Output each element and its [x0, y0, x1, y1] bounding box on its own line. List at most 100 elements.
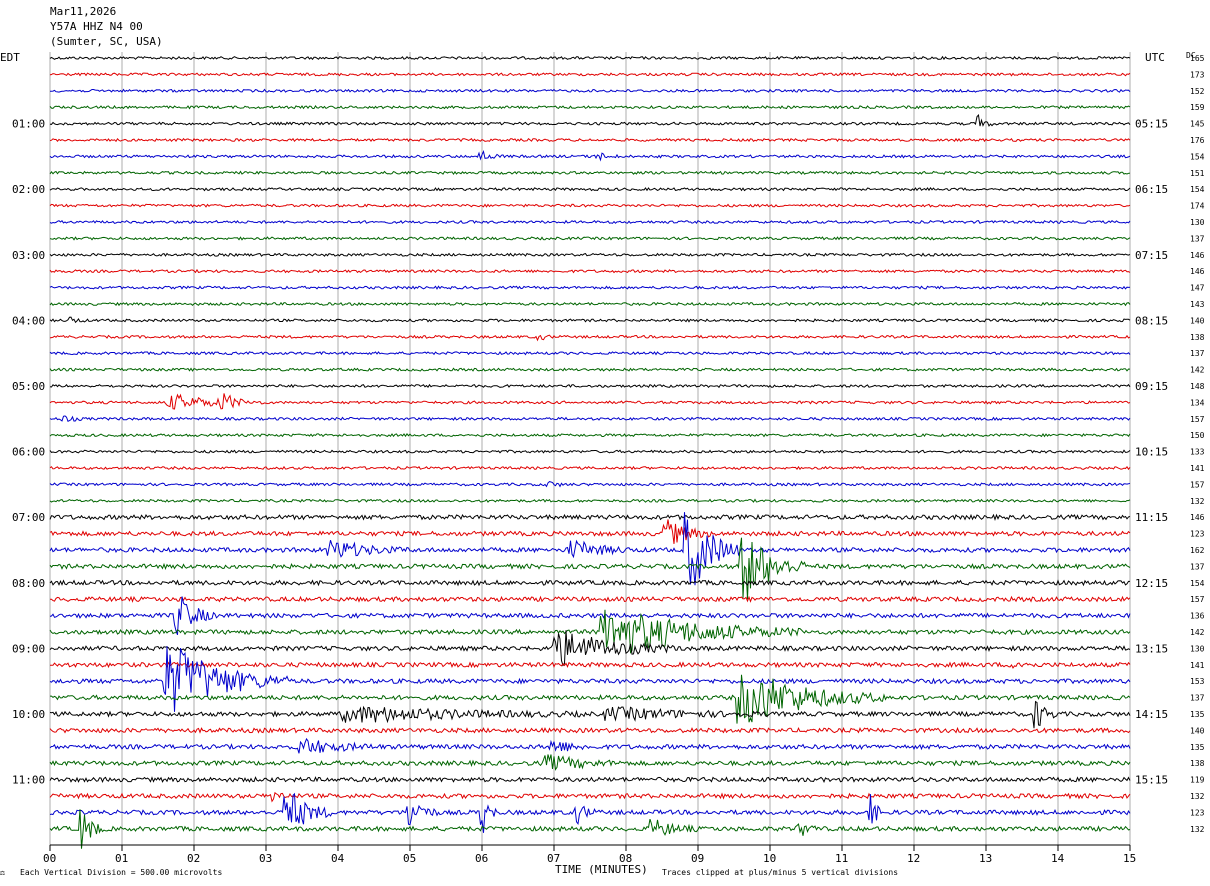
trace-row-5 — [49, 114, 1131, 127]
dc-value: 137 — [1190, 234, 1205, 243]
right-time-label: 09:15 — [1135, 380, 1168, 393]
dc-value: 137 — [1190, 349, 1205, 358]
x-axis-title: TIME (MINUTES) — [555, 863, 648, 876]
x-tick-label: 04 — [331, 852, 345, 865]
trace-row-48 — [49, 809, 1131, 849]
trace-row-43 — [49, 737, 1131, 754]
trace-row-19 — [49, 351, 1131, 356]
right-time-label: 06:15 — [1135, 183, 1168, 196]
trace-row-33 — [49, 579, 1130, 587]
left-time-label: 09:00 — [12, 642, 45, 655]
dc-value: 141 — [1190, 661, 1205, 670]
x-tick-label: 03 — [259, 852, 272, 865]
left-time-label: 02:00 — [12, 183, 45, 196]
trace-row-30 — [49, 519, 1131, 544]
trace-row-26 — [49, 465, 1131, 471]
right-time-label: 07:15 — [1135, 249, 1168, 262]
x-tick-label: 12 — [907, 852, 920, 865]
dc-value: 146 — [1190, 513, 1205, 522]
trace-row-39 — [49, 646, 1131, 712]
left-time-label: 07:00 — [12, 511, 45, 524]
right-time-label: 13:15 — [1135, 642, 1168, 655]
left-time-label: 04:00 — [12, 314, 45, 327]
trace-row-31 — [49, 512, 1131, 586]
dc-value: 132 — [1190, 792, 1205, 801]
trace-row-4 — [49, 105, 1131, 110]
trace-row-41 — [49, 700, 1131, 729]
dc-value: 142 — [1190, 366, 1205, 375]
left-time-label: 10:00 — [12, 708, 45, 721]
trace-row-23 — [49, 415, 1131, 422]
x-tick-label: 10 — [763, 852, 776, 865]
dc-value: 146 — [1190, 267, 1205, 276]
right-time-label: 14:15 — [1135, 708, 1168, 721]
trace-row-7 — [49, 149, 1131, 162]
trace-row-2 — [49, 72, 1131, 77]
dc-value: 174 — [1190, 202, 1205, 211]
trace-row-1 — [49, 55, 1131, 61]
x-tick-label: 06 — [475, 852, 488, 865]
dc-value: 140 — [1190, 316, 1205, 325]
dc-value: 135 — [1190, 743, 1205, 752]
x-tick-label: 09 — [691, 852, 704, 865]
dc-value: 147 — [1190, 284, 1205, 293]
right-axis-label-utc: UTC — [1145, 51, 1165, 64]
right-time-label: 12:15 — [1135, 577, 1168, 590]
trace-row-27 — [49, 481, 1131, 488]
dc-value: 119 — [1190, 776, 1205, 785]
trace-row-34 — [50, 595, 1131, 603]
dc-value: 132 — [1190, 825, 1205, 834]
trace-row-21 — [49, 383, 1131, 389]
x-tick-label: 02 — [187, 852, 200, 865]
trace-row-38 — [49, 661, 1131, 669]
dc-value: 123 — [1190, 530, 1205, 539]
dc-value: 154 — [1190, 579, 1205, 588]
dc-value: 130 — [1190, 218, 1205, 227]
dc-value: 153 — [1190, 677, 1205, 686]
x-tick-label: 00 — [43, 852, 56, 865]
dc-value: 154 — [1190, 185, 1205, 194]
dc-value: 165 — [1190, 54, 1205, 63]
dc-value: 123 — [1190, 808, 1205, 817]
dc-value: 152 — [1190, 87, 1205, 96]
trace-row-15 — [49, 285, 1131, 290]
dc-value: 157 — [1190, 595, 1205, 604]
vertical-gridlines — [49, 52, 1131, 845]
dc-value: 146 — [1190, 251, 1205, 260]
left-time-label: 06:00 — [12, 446, 45, 459]
x-tick-label: 05 — [403, 852, 416, 865]
dc-value: 157 — [1190, 415, 1205, 424]
dc-value: 133 — [1190, 448, 1205, 457]
trace-row-12 — [49, 236, 1131, 241]
trace-row-37 — [49, 630, 1131, 667]
dc-value: 142 — [1190, 628, 1205, 637]
right-time-label: 05:15 — [1135, 118, 1168, 131]
x-axis: 00 01 02 03 04 05 06 07 08 09 10 11 12 13 14 15 — [43, 844, 1136, 865]
left-axis-label-edt: EDT — [0, 51, 20, 64]
right-time-label: 08:15 — [1135, 314, 1168, 327]
trace-row-20 — [49, 367, 1131, 372]
right-time-label: 15:15 — [1135, 774, 1168, 787]
left-time-label: 05:00 — [12, 380, 45, 393]
clip-note: Traces clipped at plus/minus 5 vertical … — [662, 868, 898, 877]
left-time-label: 08:00 — [12, 577, 45, 590]
dc-value: 159 — [1190, 103, 1205, 112]
trace-row-44 — [49, 754, 1131, 771]
scale-icon: ⚖ — [0, 868, 5, 877]
dc-value: 132 — [1190, 497, 1205, 506]
trace-row-6 — [49, 137, 1131, 143]
trace-row-29 — [49, 513, 1131, 521]
dc-value: 137 — [1190, 562, 1205, 571]
trace-row-28 — [49, 498, 1131, 503]
trace-row-11 — [49, 219, 1131, 225]
left-time-label: 01:00 — [12, 118, 45, 131]
scale-note: Each Vertical Division = 500.00 microvol… — [20, 868, 222, 877]
dc-value: 136 — [1190, 612, 1205, 621]
header-station: Y57A HHZ N4 00 — [50, 20, 143, 33]
dc-value: 157 — [1190, 480, 1205, 489]
trace-row-17 — [49, 316, 1131, 324]
right-time-labels: 05:15 06:15 07:15 08:15 09:15 10:15 11:15 12:15… — [1135, 118, 1168, 787]
dc-value: 141 — [1190, 464, 1205, 473]
trace-row-9 — [49, 187, 1131, 192]
x-tick-label: 01 — [115, 852, 128, 865]
